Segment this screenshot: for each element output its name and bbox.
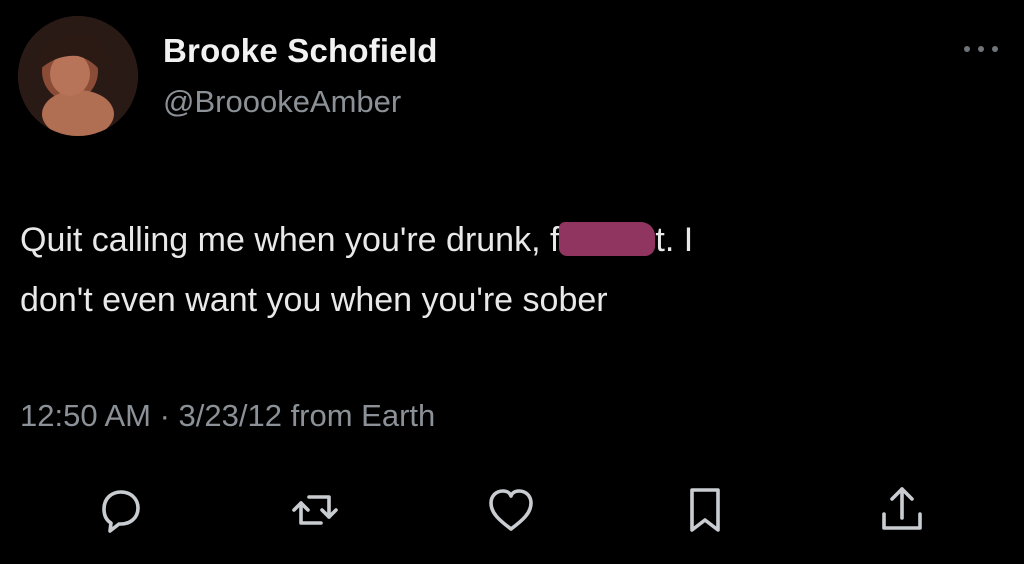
tweet-timestamp: 12:50 AM · 3/23/12 from Earth — [20, 398, 436, 433]
tweet-text-line-1: Quit calling me when you're drunk, f t. I — [20, 210, 980, 270]
censor-mark — [559, 222, 656, 256]
author-handle[interactable]: @BroookeAmber — [163, 84, 401, 120]
bookmark-icon[interactable] — [675, 480, 735, 540]
avatar[interactable] — [18, 16, 138, 136]
retweet-icon[interactable] — [285, 480, 345, 540]
tweet-text-line-1-end: t. I — [655, 221, 694, 259]
heart-icon[interactable] — [481, 480, 541, 540]
tweet-text: Quit calling me when you're drunk, f t. I… — [20, 210, 980, 330]
tweet-text-line-1-start: Quit calling me when you're drunk, f — [20, 221, 560, 259]
action-bar — [0, 480, 1024, 540]
tweet-text-line-2: don't even want you when you're sober — [20, 281, 608, 319]
author-name[interactable]: Brooke Schofield — [163, 32, 438, 70]
share-icon[interactable] — [872, 480, 932, 540]
tweet-card: Brooke Schofield @BroookeAmber Quit call… — [0, 0, 1024, 564]
avatar-image — [18, 16, 138, 136]
reply-icon[interactable] — [90, 480, 150, 540]
more-options-icon[interactable] — [958, 34, 1004, 64]
